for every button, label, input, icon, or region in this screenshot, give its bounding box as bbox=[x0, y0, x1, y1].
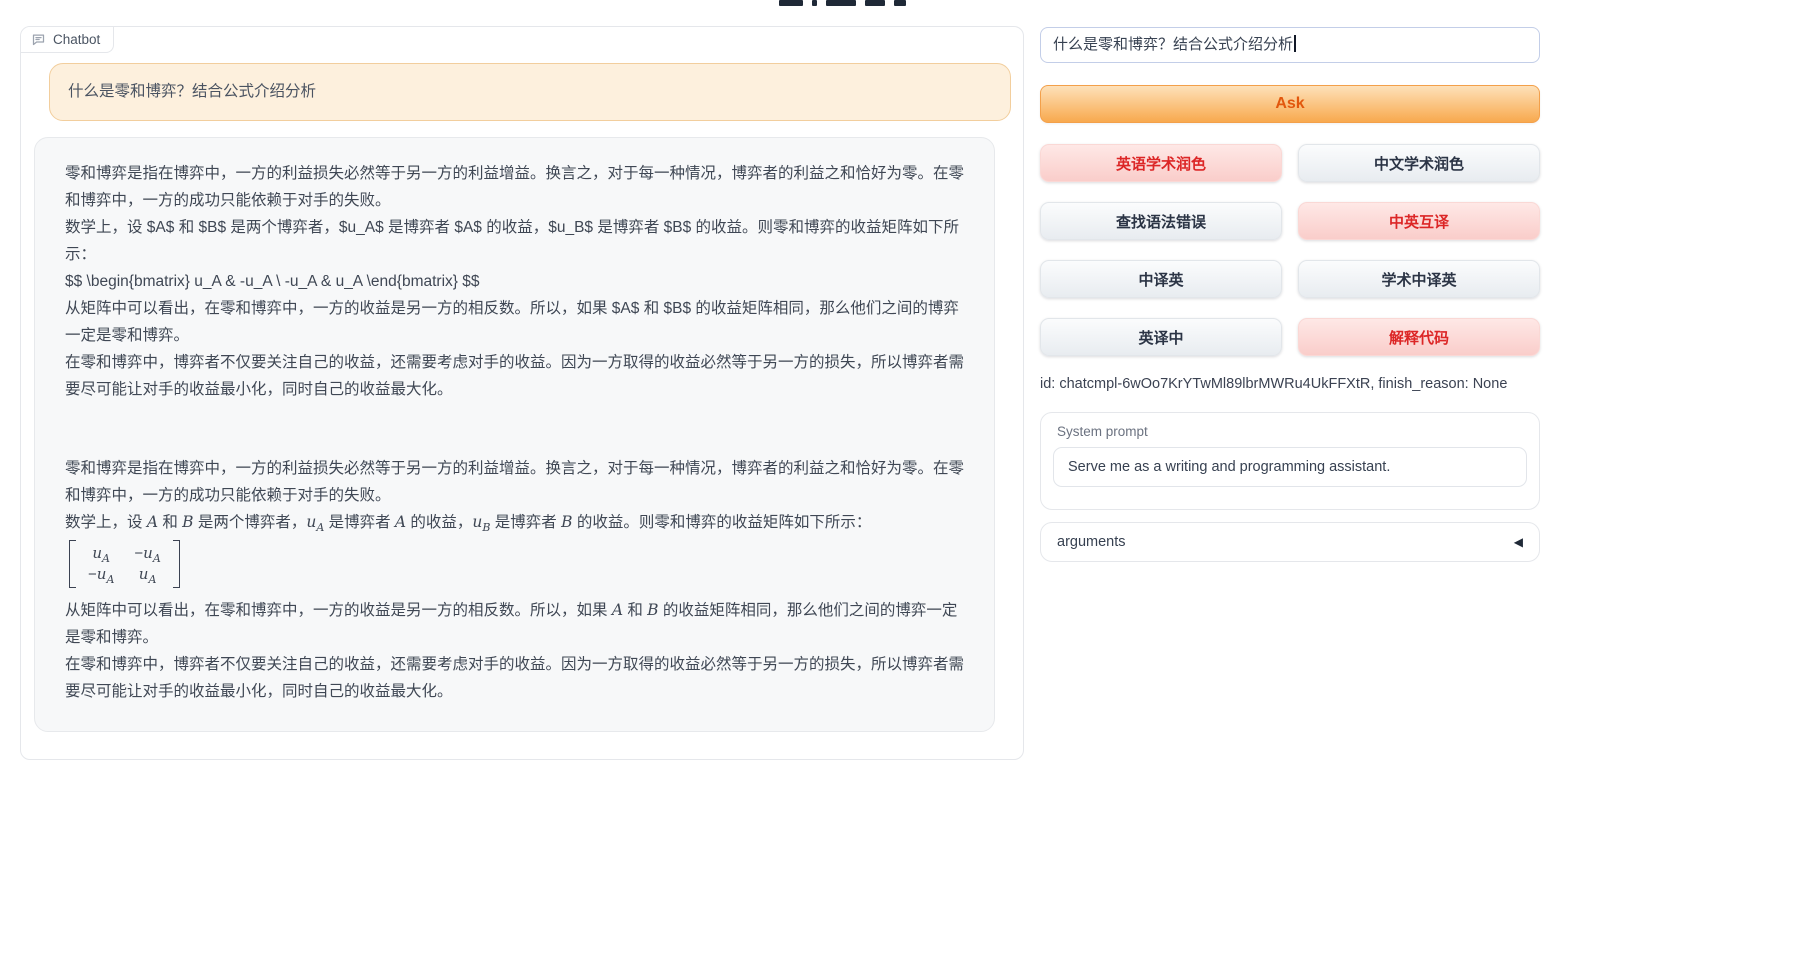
bot-rendered-paragraph-1: 零和博弈是指在博弈中，一方的利益损失必然等于另一方的利益增益。换言之，对于每一种… bbox=[65, 455, 968, 509]
response-meta-line: id: chatcmpl-6wOo7KrYTwMl89lbrMWRu4UkFFX… bbox=[1040, 376, 1560, 392]
message-gap bbox=[65, 403, 968, 455]
arguments-accordion-label: arguments bbox=[1057, 534, 1126, 550]
quick-button-explain-code[interactable]: 解释代码 bbox=[1298, 318, 1540, 356]
chatbot-messages[interactable]: 什么是零和博弈？结合公式介绍分析 零和博弈是指在博弈中，一方的利益损失必然等于另… bbox=[21, 27, 1023, 759]
chatbot-label: Chatbot bbox=[21, 27, 114, 53]
quick-button-chinese-academic-polish[interactable]: 中文学术润色 bbox=[1298, 144, 1540, 182]
system-prompt-value: Serve me as a writing and programming as… bbox=[1068, 459, 1390, 475]
bot-message-bubble: 零和博弈是指在博弈中，一方的利益损失必然等于另一方的利益增益。换言之，对于每一种… bbox=[34, 137, 995, 732]
quick-button-find-grammar-errors[interactable]: 查找语法错误 bbox=[1040, 202, 1282, 240]
arguments-accordion[interactable]: arguments ◀ bbox=[1040, 522, 1540, 562]
bot-raw-paragraph-2: 数学上，设 $A$ 和 $B$ 是两个博弈者，$u_A$ 是博弈者 $A$ 的收… bbox=[65, 214, 968, 268]
bot-raw-paragraph-4: 从矩阵中可以看出，在零和博弈中，一方的收益是另一方的相反数。所以，如果 $A$ … bbox=[65, 295, 968, 349]
quick-button-zh-to-en[interactable]: 中译英 bbox=[1040, 260, 1282, 298]
question-input-value: 什么是零和博弈？结合公式介绍分析 bbox=[1053, 36, 1293, 53]
quick-button-english-academic-polish[interactable]: 英语学术润色 bbox=[1040, 144, 1282, 182]
user-message-text: 什么是零和博弈？结合公式介绍分析 bbox=[68, 83, 316, 100]
quick-actions-grid: 英语学术润色 中文学术润色 查找语法错误 中英互译 中译英 学术中译英 英译中 … bbox=[1040, 144, 1540, 356]
quick-button-academic-zh-to-en[interactable]: 学术中译英 bbox=[1298, 260, 1540, 298]
matrix-right-bracket bbox=[173, 540, 180, 588]
user-message-bubble: 什么是零和博弈？结合公式介绍分析 bbox=[49, 63, 1011, 121]
matrix-left-bracket bbox=[69, 540, 76, 588]
bot-rendered-matrix-line: uA−uA−uAuA bbox=[65, 536, 968, 597]
system-prompt-group: System prompt Serve me as a writing and … bbox=[1040, 412, 1540, 510]
accordion-collapsed-icon: ◀ bbox=[1514, 536, 1523, 548]
system-prompt-label: System prompt bbox=[1057, 424, 1539, 439]
chatbot-label-text: Chatbot bbox=[53, 32, 100, 47]
quick-button-zh-en-mutual-translate[interactable]: 中英互译 bbox=[1298, 202, 1540, 240]
bot-raw-latex-matrix: $$ \begin{bmatrix} u_A & -u_A \ -u_A & u… bbox=[65, 268, 968, 295]
chatbot-panel: Chatbot 什么是零和博弈？结合公式介绍分析 零和博弈是指在博弈中，一方的利… bbox=[20, 26, 1024, 760]
quick-button-en-to-zh[interactable]: 英译中 bbox=[1040, 318, 1282, 356]
bot-rendered-paragraph-2: 数学上，设 A 和 B 是两个博弈者，uA 是博弈者 A 的收益，uB 是博弈者… bbox=[65, 509, 968, 536]
chat-bubble-icon bbox=[31, 32, 46, 47]
bot-rendered-paragraph-3: 从矩阵中可以看出，在零和博弈中，一方的收益是另一方的相反数。所以，如果 A 和 … bbox=[65, 597, 968, 651]
ask-button[interactable]: Ask bbox=[1040, 85, 1540, 123]
text-caret bbox=[1294, 35, 1296, 52]
bot-raw-paragraph-1: 零和博弈是指在博弈中，一方的利益损失必然等于另一方的利益增益。换言之，对于每一种… bbox=[65, 160, 968, 214]
question-input[interactable]: 什么是零和博弈？结合公式介绍分析 bbox=[1040, 27, 1540, 63]
clipped-heading-fragment bbox=[779, 0, 906, 7]
bot-raw-paragraph-5: 在零和博弈中，博弈者不仅要关注自己的收益，还需要考虑对手的收益。因为一方取得的收… bbox=[65, 349, 968, 403]
bot-rendered-paragraph-4: 在零和博弈中，博弈者不仅要关注自己的收益，还需要考虑对手的收益。因为一方取得的收… bbox=[65, 651, 968, 705]
rendered-matrix: uA−uA−uAuA bbox=[69, 540, 180, 588]
system-prompt-input[interactable]: Serve me as a writing and programming as… bbox=[1053, 447, 1527, 487]
